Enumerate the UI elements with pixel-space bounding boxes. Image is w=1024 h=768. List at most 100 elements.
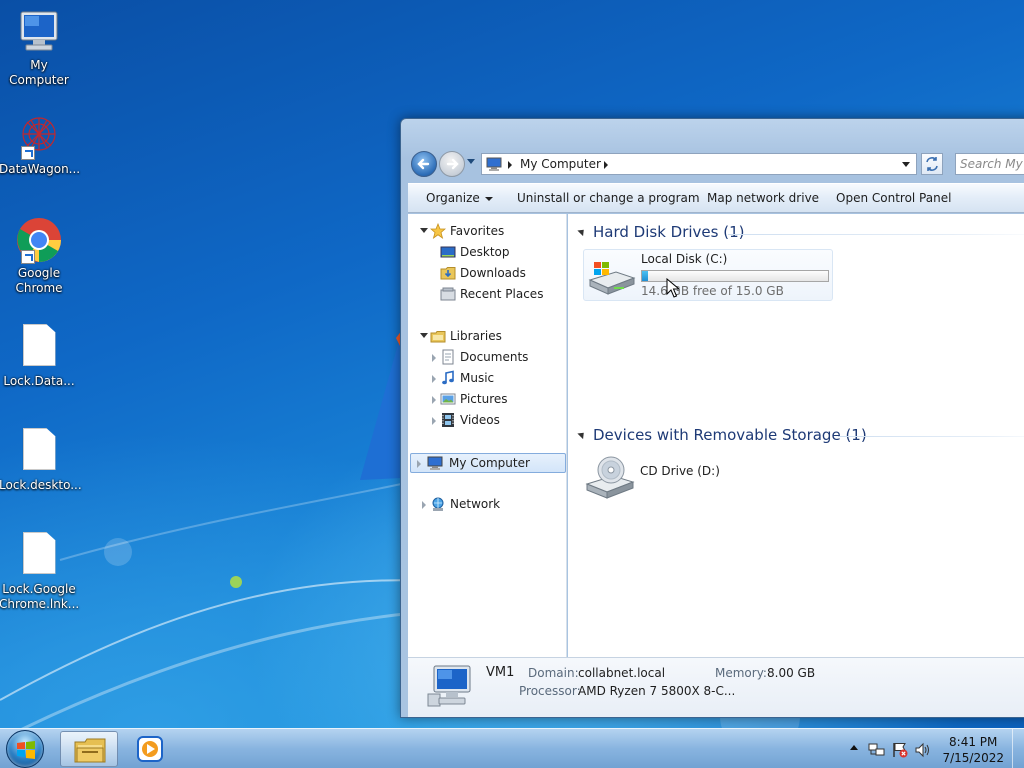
nav-item-desktop[interactable]: Desktop: [428, 243, 558, 263]
group-header-hard-disk-drives[interactable]: Hard Disk Drives (1): [577, 223, 745, 241]
nav-label: Music: [460, 371, 495, 385]
collapse-arrow-icon[interactable]: [577, 429, 587, 440]
breadcrumb-separator-icon[interactable]: [508, 161, 512, 169]
taskbar-windows-explorer[interactable]: [60, 731, 118, 767]
nav-item-favorites[interactable]: Favorites: [418, 222, 558, 242]
documents-icon: [442, 349, 454, 365]
nav-item-recent-places[interactable]: Recent Places: [428, 285, 558, 305]
back-arrow-icon: [417, 158, 430, 170]
navigation-pane: Favorites Desktop Downloads Recent Place…: [408, 214, 567, 657]
memory-label: Memory:: [715, 666, 767, 680]
forward-button[interactable]: [439, 151, 465, 177]
computer-icon: [427, 456, 443, 470]
nav-item-documents[interactable]: Documents: [428, 348, 558, 368]
processor-label: Processor:: [519, 684, 581, 698]
start-button[interactable]: [6, 730, 44, 768]
system-clock[interactable]: 8:41 PM 7/15/2022: [942, 734, 1004, 766]
group-header-removable-storage[interactable]: Devices with Removable Storage (1): [577, 426, 867, 444]
search-input[interactable]: Search My Computer: [955, 153, 1024, 175]
downloads-folder-icon: [440, 267, 456, 280]
desktop-icon-datawagon[interactable]: DataWagon...: [0, 112, 81, 177]
address-history-dropdown[interactable]: [902, 162, 910, 167]
desktop-icon: [440, 246, 456, 258]
computer-name: VM1: [486, 665, 515, 680]
drive-cd-drive-d[interactable]: CD Drive (D:): [583, 452, 833, 504]
network-status-icon[interactable]: [868, 742, 886, 758]
network-globe-icon: [432, 497, 444, 511]
drive-free-space: 14.6 GB free of 15.0 GB: [641, 284, 784, 298]
group-divider: [838, 436, 1024, 437]
chrome-icon: [15, 216, 63, 264]
desktop-icon-lock-desktop[interactable]: Lock.deskto...: [0, 426, 82, 493]
file-icon: [15, 532, 63, 580]
chevron-down-icon: [484, 196, 493, 201]
nav-label: Downloads: [460, 266, 526, 280]
drive-local-disk-c[interactable]: Local Disk (C:) 14.6 GB free of 15.0 GB: [583, 249, 833, 301]
address-bar[interactable]: My Computer: [481, 153, 917, 175]
refresh-button[interactable]: [921, 153, 943, 175]
expand-arrow-icon[interactable]: [420, 228, 428, 233]
show-desktop-button[interactable]: [1012, 729, 1024, 768]
collapse-arrow-icon[interactable]: [577, 226, 587, 237]
clock-time: 8:41 PM: [949, 735, 998, 749]
nav-item-my-computer[interactable]: My Computer: [410, 453, 566, 473]
details-pane: VM1 Domain: collabnet.local Memory: 8.00…: [408, 657, 1024, 717]
hard-drive-windows-icon: [588, 262, 636, 295]
nav-label: Videos: [460, 413, 500, 427]
open-control-panel-button[interactable]: Open Control Panel: [836, 191, 951, 205]
expand-arrow-icon[interactable]: [432, 375, 436, 383]
computer-icon: [486, 157, 502, 171]
expand-arrow-icon[interactable]: [420, 333, 428, 338]
nav-label: Desktop: [460, 245, 510, 259]
nav-item-music[interactable]: Music: [428, 369, 558, 389]
cd-drive-icon: [585, 456, 635, 499]
back-button[interactable]: [411, 151, 437, 177]
expand-arrow-icon[interactable]: [432, 354, 436, 362]
datawagon-icon: [15, 112, 63, 160]
action-center-flag-icon[interactable]: [892, 742, 908, 758]
organize-button[interactable]: Organize: [426, 191, 493, 205]
media-player-icon: [137, 736, 163, 762]
map-network-drive-button[interactable]: Map network drive: [707, 191, 819, 205]
group-header-label: Hard Disk Drives (1): [593, 223, 745, 241]
expand-arrow-icon[interactable]: [422, 501, 426, 509]
uninstall-program-button[interactable]: Uninstall or change a program: [517, 191, 700, 205]
group-divider: [728, 234, 1024, 235]
star-icon: [430, 223, 446, 239]
desktop-icon-label: Lock.Data...: [3, 374, 75, 388]
windows-explorer-icon: [74, 738, 106, 763]
expand-arrow-icon[interactable]: [432, 417, 436, 425]
nav-item-libraries[interactable]: Libraries: [418, 327, 558, 347]
desktop-icon-label: DataWagon...: [0, 162, 81, 176]
taskbar-media-player[interactable]: [122, 731, 178, 767]
nav-label: Pictures: [460, 392, 508, 406]
nav-item-network[interactable]: Network: [418, 495, 558, 515]
file-icon: [15, 324, 63, 372]
nav-label: Libraries: [450, 329, 502, 343]
processor-value: AMD Ryzen 7 5800X 8-C...: [578, 684, 736, 698]
breadcrumb-my-computer[interactable]: My Computer: [520, 157, 601, 171]
explorer-window[interactable]: My Computer Search My Computer Organize …: [400, 118, 1024, 718]
nav-item-pictures[interactable]: Pictures: [428, 390, 558, 410]
content-pane: Hard Disk Drives (1) Local Disk (C:) 14.…: [568, 214, 1024, 657]
memory-value: 8.00 GB: [767, 666, 816, 680]
expand-arrow-icon[interactable]: [417, 460, 421, 468]
nav-label: Favorites: [450, 224, 505, 238]
desktop-icon-lock-data[interactable]: Lock.Data...: [0, 322, 79, 389]
expand-arrow-icon[interactable]: [432, 396, 436, 404]
nav-item-videos[interactable]: Videos: [428, 411, 558, 431]
nav-item-downloads[interactable]: Downloads: [428, 264, 558, 284]
refresh-icon: [926, 157, 938, 171]
address-row: My Computer Search My Computer: [409, 149, 1024, 179]
desktop-icon-lock-google-chrome[interactable]: Lock.Google Chrome.lnk...: [0, 530, 79, 612]
shortcut-arrow-icon: [21, 146, 35, 160]
desktop-icon-google-chrome[interactable]: Google Chrome: [0, 216, 79, 296]
drive-name: Local Disk (C:): [641, 252, 728, 266]
recent-pages-dropdown[interactable]: [467, 159, 475, 164]
show-hidden-icons-icon[interactable]: [850, 745, 858, 750]
desktop-icon-my-computer[interactable]: My Computer: [0, 8, 79, 88]
desktop-icon-label: Lock.deskto...: [0, 478, 82, 492]
breadcrumb-separator-icon[interactable]: [604, 161, 608, 169]
pictures-icon: [440, 393, 456, 405]
volume-speaker-icon[interactable]: [914, 742, 932, 758]
